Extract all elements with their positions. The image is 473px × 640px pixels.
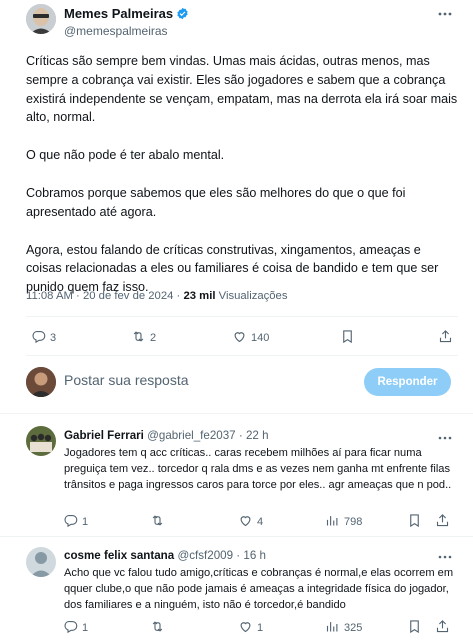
retweet-button[interactable]: 2 [131, 329, 156, 347]
views-count: 798 [344, 516, 363, 528]
like-button[interactable]: 140 [232, 329, 269, 347]
reply-avatar[interactable] [26, 547, 56, 577]
like-icon [232, 329, 251, 347]
bookmark-icon [340, 329, 359, 347]
reply-icon [63, 513, 82, 531]
tweet-paragraph: Críticas são sempre bem vindas. Umas mai… [26, 54, 458, 125]
share-button[interactable] [435, 619, 454, 637]
meta-separator: · [76, 290, 83, 302]
bookmark-icon [407, 513, 426, 531]
verified-badge-icon [176, 7, 189, 20]
reply-separator: · [238, 429, 246, 442]
like-button[interactable]: 1 [238, 619, 263, 637]
like-icon [238, 619, 257, 637]
bookmark-icon [407, 619, 426, 637]
more-icon[interactable] [437, 6, 453, 22]
reply-count: 1 [82, 622, 89, 634]
reply-button[interactable]: 3 [31, 329, 56, 347]
share-button[interactable] [438, 329, 457, 347]
divider [0, 413, 473, 414]
share-icon [435, 513, 454, 531]
tweet-paragraph: O que não pode é ter abalo mental. [26, 148, 225, 163]
tweet-paragraph: Cobramos porque sabemos que eles são mel… [26, 185, 406, 219]
share-icon [438, 329, 457, 347]
views-button[interactable]: 798 [325, 513, 362, 531]
author-name[interactable]: Memes Palmeiras [64, 6, 189, 21]
tweet-time[interactable]: 11:08 AM [26, 290, 73, 302]
reply-author-name[interactable]: Gabriel Ferrari [64, 429, 144, 442]
tweet-date[interactable]: 20 de fev de 2024 [83, 290, 173, 302]
retweet-icon [150, 619, 169, 637]
retweet-button[interactable] [150, 513, 169, 531]
author-avatar[interactable] [26, 4, 56, 34]
share-button[interactable] [435, 513, 454, 531]
reply-author-handle[interactable]: @gabriel_fe2037 [147, 429, 235, 442]
like-count: 140 [251, 332, 270, 344]
views-icon [325, 619, 344, 637]
retweet-icon [150, 513, 169, 531]
responder-button[interactable]: Responder [364, 368, 451, 396]
views-count[interactable]: 23 mil [183, 290, 215, 302]
bookmark-button[interactable] [407, 513, 426, 531]
reply-time[interactable]: 16 h [243, 549, 266, 562]
reply-input[interactable]: Postar sua resposta [64, 372, 189, 388]
reply-text: Jogadores tem q acc críticas.. caras rec… [64, 447, 452, 491]
bookmark-button[interactable] [407, 619, 426, 637]
like-icon [238, 513, 257, 531]
divider [0, 536, 473, 537]
views-icon [325, 513, 344, 531]
retweet-count: 2 [150, 332, 157, 344]
like-count: 1 [257, 622, 264, 634]
author-handle[interactable]: @memespalmeiras [64, 24, 168, 38]
reply-icon [31, 329, 50, 347]
reply-composer: Postar sua resposta Responder [0, 356, 473, 406]
reply-time[interactable]: 22 h [246, 429, 269, 442]
divider [26, 316, 458, 317]
bookmark-button[interactable] [340, 329, 359, 347]
like-button[interactable]: 4 [238, 513, 263, 531]
share-icon [435, 619, 454, 637]
reply-header: cosme felix santana @cfsf2009 · 16 h [64, 549, 266, 562]
reply-actions: 1 1 325 [0, 619, 473, 639]
tweet-paragraph: Agora, estou falando de críticas constru… [26, 242, 439, 295]
tweet-header: Memes Palmeiras @memespalmeiras [0, 0, 473, 44]
views-count: 325 [344, 622, 363, 634]
more-icon[interactable] [437, 549, 453, 565]
reply-author-name[interactable]: cosme felix santana [64, 549, 174, 562]
views-label: Visualizações [218, 290, 288, 302]
tweet-text: Críticas são sempre bem vindas. Umas mai… [26, 52, 458, 316]
reply-icon [63, 619, 82, 637]
reply-author-handle[interactable]: @cfsf2009 [177, 549, 233, 562]
retweet-icon [131, 329, 150, 347]
author-name-text[interactable]: Memes Palmeiras [64, 6, 173, 21]
more-icon[interactable] [437, 430, 453, 446]
reply-actions: 1 4 798 [0, 513, 473, 533]
tweet-meta: 11:08 AM · 20 de fev de 2024 · 23 mil Vi… [26, 290, 288, 302]
reply-avatar[interactable] [26, 426, 56, 456]
reply-button[interactable]: 1 [63, 513, 88, 531]
reply-count: 3 [50, 332, 57, 344]
reply-header: Gabriel Ferrari @gabriel_fe2037 · 22 h [64, 429, 269, 442]
reply-button[interactable]: 1 [63, 619, 88, 637]
views-button[interactable]: 325 [325, 619, 362, 637]
tweet-actions: 3 2 140 [0, 329, 473, 349]
retweet-button[interactable] [150, 619, 169, 637]
user-avatar[interactable] [26, 367, 56, 397]
reply-count: 1 [82, 516, 89, 528]
like-count: 4 [257, 516, 264, 528]
reply-text: Acho que vc falou tudo amigo,críticas e … [64, 567, 454, 611]
